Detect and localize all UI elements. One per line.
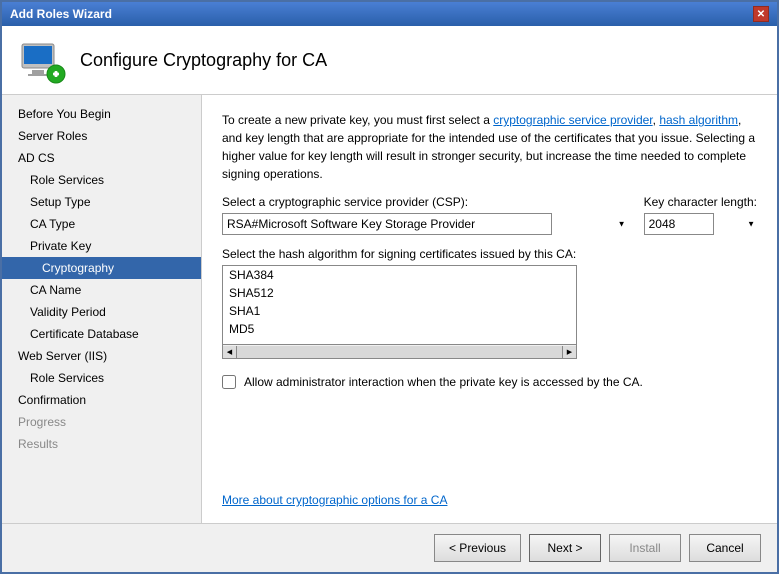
- more-link: More about cryptographic options for a C…: [222, 493, 757, 507]
- checkbox-row: Allow administrator interaction when the…: [222, 375, 757, 389]
- sidebar-item-ca-name-8[interactable]: CA Name: [2, 279, 201, 301]
- sidebar-item-web-server-(iis)-11[interactable]: Web Server (IIS): [2, 345, 201, 367]
- key-length-group: Key character length: 512102420484096819…: [644, 195, 757, 235]
- hscroll-right-btn[interactable]: ▶: [562, 346, 576, 358]
- description-text: To create a new private key, you must fi…: [222, 111, 757, 183]
- csp-group: Select a cryptographic service provider …: [222, 195, 628, 235]
- sidebar-item-before-you-begin-0[interactable]: Before You Begin: [2, 103, 201, 125]
- sidebar-item-setup-type-4[interactable]: Setup Type: [2, 191, 201, 213]
- main-window: Add Roles Wizard ✕ Configure Cryptograph…: [0, 0, 779, 574]
- hscroll-track: [237, 346, 562, 358]
- sidebar-item-progress-14[interactable]: Progress: [2, 411, 201, 433]
- hash-group: Select the hash algorithm for signing ce…: [222, 247, 757, 359]
- content-area: To create a new private key, you must fi…: [202, 95, 777, 523]
- header-section: Configure Cryptography for CA: [2, 26, 777, 95]
- sidebar-item-confirmation-13[interactable]: Confirmation: [2, 389, 201, 411]
- sidebar-item-results-15[interactable]: Results: [2, 433, 201, 455]
- csp-key-row: Select a cryptographic service provider …: [222, 195, 757, 235]
- desc-before-link1: To create a new private key, you must fi…: [222, 113, 493, 127]
- sidebar-item-validity-period-9[interactable]: Validity Period: [2, 301, 201, 323]
- header-title: Configure Cryptography for CA: [80, 50, 327, 71]
- hash-label: Select the hash algorithm for signing ce…: [222, 247, 757, 261]
- more-about-link[interactable]: More about cryptographic options for a C…: [222, 493, 447, 507]
- sidebar-item-private-key-6[interactable]: Private Key: [2, 235, 201, 257]
- csp-select[interactable]: RSA#Microsoft Software Key Storage Provi…: [222, 213, 552, 235]
- sidebar-item-ca-type-5[interactable]: CA Type: [2, 213, 201, 235]
- next-button[interactable]: Next >: [529, 534, 601, 562]
- sidebar-item-server-roles-1[interactable]: Server Roles: [2, 125, 201, 147]
- admin-interaction-checkbox[interactable]: [222, 375, 236, 389]
- wizard-icon: [18, 36, 66, 84]
- install-button[interactable]: Install: [609, 534, 681, 562]
- hash-link[interactable]: hash algorithm: [659, 113, 738, 127]
- key-length-select[interactable]: 512102420484096819216384: [644, 213, 714, 235]
- sidebar-item-certificate-database-10[interactable]: Certificate Database: [2, 323, 201, 345]
- previous-button[interactable]: < Previous: [434, 534, 521, 562]
- cancel-button[interactable]: Cancel: [689, 534, 761, 562]
- hash-hscrollbar[interactable]: ◀ ▶: [222, 345, 577, 359]
- csp-label: Select a cryptographic service provider …: [222, 195, 628, 209]
- hash-item-sha1[interactable]: SHA1: [223, 302, 576, 320]
- hash-item-sha384[interactable]: SHA384: [223, 266, 576, 284]
- csp-link[interactable]: cryptographic service provider: [493, 113, 652, 127]
- spacer: [222, 401, 757, 481]
- sidebar-item-role-services-3[interactable]: Role Services: [2, 169, 201, 191]
- hscroll-left-btn[interactable]: ◀: [223, 346, 237, 358]
- sidebar-item-role-services-12[interactable]: Role Services: [2, 367, 201, 389]
- hash-item-md5[interactable]: MD5: [223, 320, 576, 338]
- footer: < Previous Next > Install Cancel: [2, 523, 777, 572]
- hash-listbox[interactable]: SHA384SHA512SHA1MD5: [222, 265, 577, 345]
- key-length-label: Key character length:: [644, 195, 757, 209]
- close-button[interactable]: ✕: [753, 6, 769, 22]
- hash-item-sha512[interactable]: SHA512: [223, 284, 576, 302]
- title-bar: Add Roles Wizard ✕: [2, 2, 777, 26]
- hash-listbox-inner[interactable]: SHA384SHA512SHA1MD5: [223, 266, 576, 344]
- main-container: Before You BeginServer RolesAD CSRole Se…: [2, 95, 777, 523]
- window-title: Add Roles Wizard: [10, 7, 112, 21]
- csp-select-wrapper: RSA#Microsoft Software Key Storage Provi…: [222, 213, 628, 235]
- sidebar-item-cryptography-7[interactable]: Cryptography: [2, 257, 201, 279]
- key-length-select-wrapper: 512102420484096819216384: [644, 213, 757, 235]
- sidebar-item-ad-cs-2[interactable]: AD CS: [2, 147, 201, 169]
- checkbox-label: Allow administrator interaction when the…: [244, 375, 643, 389]
- sidebar: Before You BeginServer RolesAD CSRole Se…: [2, 95, 202, 523]
